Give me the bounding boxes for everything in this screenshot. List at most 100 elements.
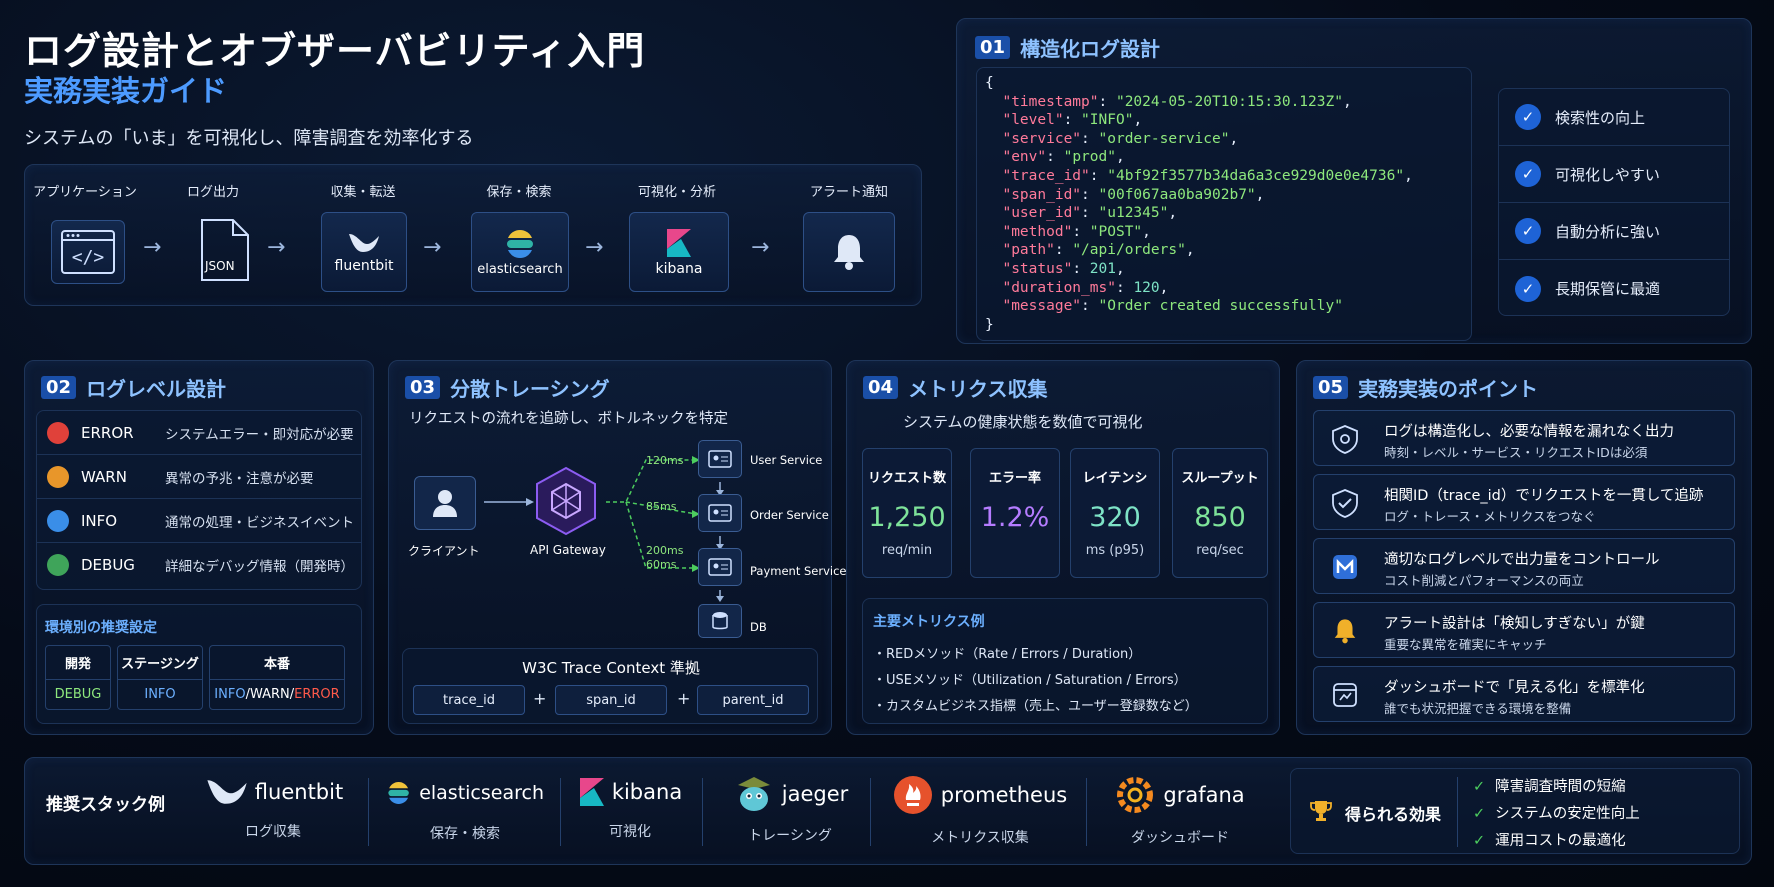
service-label: DB	[750, 620, 767, 634]
json-key: "path"	[1002, 242, 1055, 259]
divider	[702, 778, 703, 846]
section-number: 01	[975, 36, 1011, 59]
json-file-icon: JSON	[199, 217, 251, 283]
pipeline-step-label: ログ出力	[186, 185, 239, 200]
stack-item-jaeger: jaeger トレーシング	[720, 775, 860, 845]
stack-item-fluentbit: fluentbit ログ収集	[200, 775, 346, 841]
divider	[368, 778, 369, 846]
metric-value: 320	[1089, 502, 1141, 533]
json-key: "service"	[1002, 130, 1082, 147]
effect-item: ✓ 障害調査時間の短縮	[1473, 779, 1626, 795]
debug-dot-icon	[47, 554, 69, 576]
env-settings: 環境別の推奨設定 開発 DEBUG ステージング INFO 本番 INFO/WA…	[36, 604, 362, 724]
span-id-field: span_id	[555, 685, 667, 715]
section-title: 実務実装のポイント	[1358, 377, 1539, 401]
kibana-box: kibana	[629, 212, 729, 292]
json-value: "00f067aa0ba902b7"	[1098, 186, 1256, 203]
check-icon: ✓	[1515, 161, 1541, 187]
env-settings-title: 環境別の推奨設定	[45, 620, 157, 636]
metric-example: ・USEメソッド（Utilization / Saturation / Erro…	[873, 673, 1187, 688]
env-dev: 開発 DEBUG	[45, 645, 111, 710]
pipeline-step-label: 収集・転送	[330, 185, 396, 200]
api-gateway-label: API Gateway	[530, 543, 606, 557]
json-brace: }	[985, 316, 994, 333]
database-icon	[698, 604, 742, 638]
stack-item-prometheus: prometheus メトリクス収集	[888, 775, 1072, 847]
parent-id-field: parent_id	[697, 685, 809, 715]
json-brace: {	[985, 75, 994, 91]
json-value: "INFO"	[1081, 112, 1134, 129]
stack-item-kibana: kibana 可視化	[574, 775, 686, 841]
service-label: Order Service	[750, 508, 829, 522]
user-service-icon	[698, 440, 742, 478]
log-level-row: WARN 異常の予兆・注意が必要	[37, 455, 361, 499]
bell-icon	[834, 235, 864, 270]
plus-sign: +	[677, 689, 691, 708]
trace-context-title: W3C Trace Context 準拠	[522, 659, 700, 677]
arrow-right-icon: →	[423, 235, 442, 260]
stack-item-grafana: grafana ダッシュボード	[1104, 775, 1256, 847]
client-label: クライアント	[408, 544, 480, 558]
fluentbit-box: fluentbit	[321, 212, 407, 292]
info-dot-icon	[47, 509, 69, 532]
shield-check-icon	[1330, 488, 1360, 518]
check-icon: ✓	[1515, 275, 1541, 302]
section-number: 05	[1313, 376, 1349, 399]
kibana-icon	[667, 229, 691, 257]
json-value: "Order created successfully"	[1098, 298, 1343, 315]
point-item: ログは構造化し、必要な情報を漏れなく出力 時刻・レベル・サービス・リクエストID…	[1313, 410, 1735, 466]
json-key: "env"	[1002, 149, 1047, 166]
page-subtitle: 実務実装ガイド	[24, 74, 228, 108]
metric-card-throughput: スループット 850 req/sec	[1172, 448, 1268, 578]
plus-sign: +	[533, 689, 547, 708]
pipeline-step-label: 保存・検索	[486, 185, 552, 200]
section-title: メトリクス収集	[908, 377, 1048, 401]
log-level-row: ERROR システムエラー・即対応が必要	[37, 411, 361, 455]
json-value: "prod"	[1063, 149, 1116, 166]
bell-box	[803, 212, 895, 292]
check-icon: ✓	[1473, 806, 1486, 822]
section-title: ログレベル設計	[86, 377, 227, 401]
json-value: "order-service"	[1098, 130, 1230, 147]
kibana-icon	[579, 778, 604, 806]
metric-value: 1.2%	[980, 502, 1050, 533]
pipeline-step-label: 可視化・分析	[637, 185, 716, 200]
divider	[1086, 778, 1087, 846]
section-title: 構造化ログ設計	[1020, 37, 1161, 61]
log-level-row: DEBUG 詳細なデバッグ情報（開発時）	[37, 543, 361, 587]
benefit-item: ✓ 検索性の向上	[1499, 89, 1729, 146]
timing-label: 120ms	[646, 454, 684, 467]
metrics-desc: システムの健康状態を数値で可視化	[903, 413, 1143, 431]
pipeline-panel: アプリケーション ログ出力 収集・転送 保存・検索 可視化・分析 アラート通知 …	[24, 164, 922, 306]
point-item: 相関ID（trace_id）でリクエストを一貫して追跡 ログ・トレース・メトリク…	[1313, 474, 1735, 530]
effect-item: ✓ システムの安定性向上	[1473, 806, 1640, 822]
json-key: "trace_id"	[1002, 167, 1090, 184]
json-value: 201	[1089, 260, 1116, 277]
api-gateway-icon	[534, 466, 598, 540]
json-key: "status"	[1002, 260, 1073, 277]
grafana-icon	[1117, 777, 1154, 813]
check-icon: ✓	[1515, 218, 1541, 244]
json-key: "method"	[1002, 223, 1073, 240]
env-prod: 本番 INFO/WARN/ERROR	[209, 645, 345, 710]
trace-context-box: W3C Trace Context 準拠 trace_id + span_id …	[402, 648, 818, 724]
code-window-icon: </>	[51, 220, 125, 284]
stack-title: 推奨スタック例	[46, 795, 165, 815]
arrow-right-icon: →	[585, 235, 604, 260]
arrow-right-icon: →	[267, 235, 286, 260]
arrow-right-icon: →	[143, 235, 162, 260]
divider	[560, 778, 561, 846]
json-key: "span_id"	[1002, 186, 1082, 203]
client-user-icon	[414, 476, 476, 530]
payment-service-icon	[698, 548, 742, 586]
log-level-list: ERROR システムエラー・即対応が必要 WARN 異常の予兆・注意が必要 INFO…	[36, 410, 362, 590]
level-control-icon	[1330, 552, 1360, 582]
bell-icon	[1330, 616, 1360, 646]
json-key: "timestamp"	[1002, 93, 1099, 110]
metric-card-requests: リクエスト数 1,250 req/min	[862, 448, 952, 578]
metric-value: 850	[1194, 502, 1246, 533]
page-title: ログ設計とオブザーバビリティ入門	[24, 29, 646, 73]
check-icon: ✓	[1473, 779, 1486, 795]
metric-card-error-rate: エラー率 1.2%	[970, 448, 1060, 578]
stack-item-elasticsearch: elasticsearch 保存・検索	[386, 775, 544, 843]
